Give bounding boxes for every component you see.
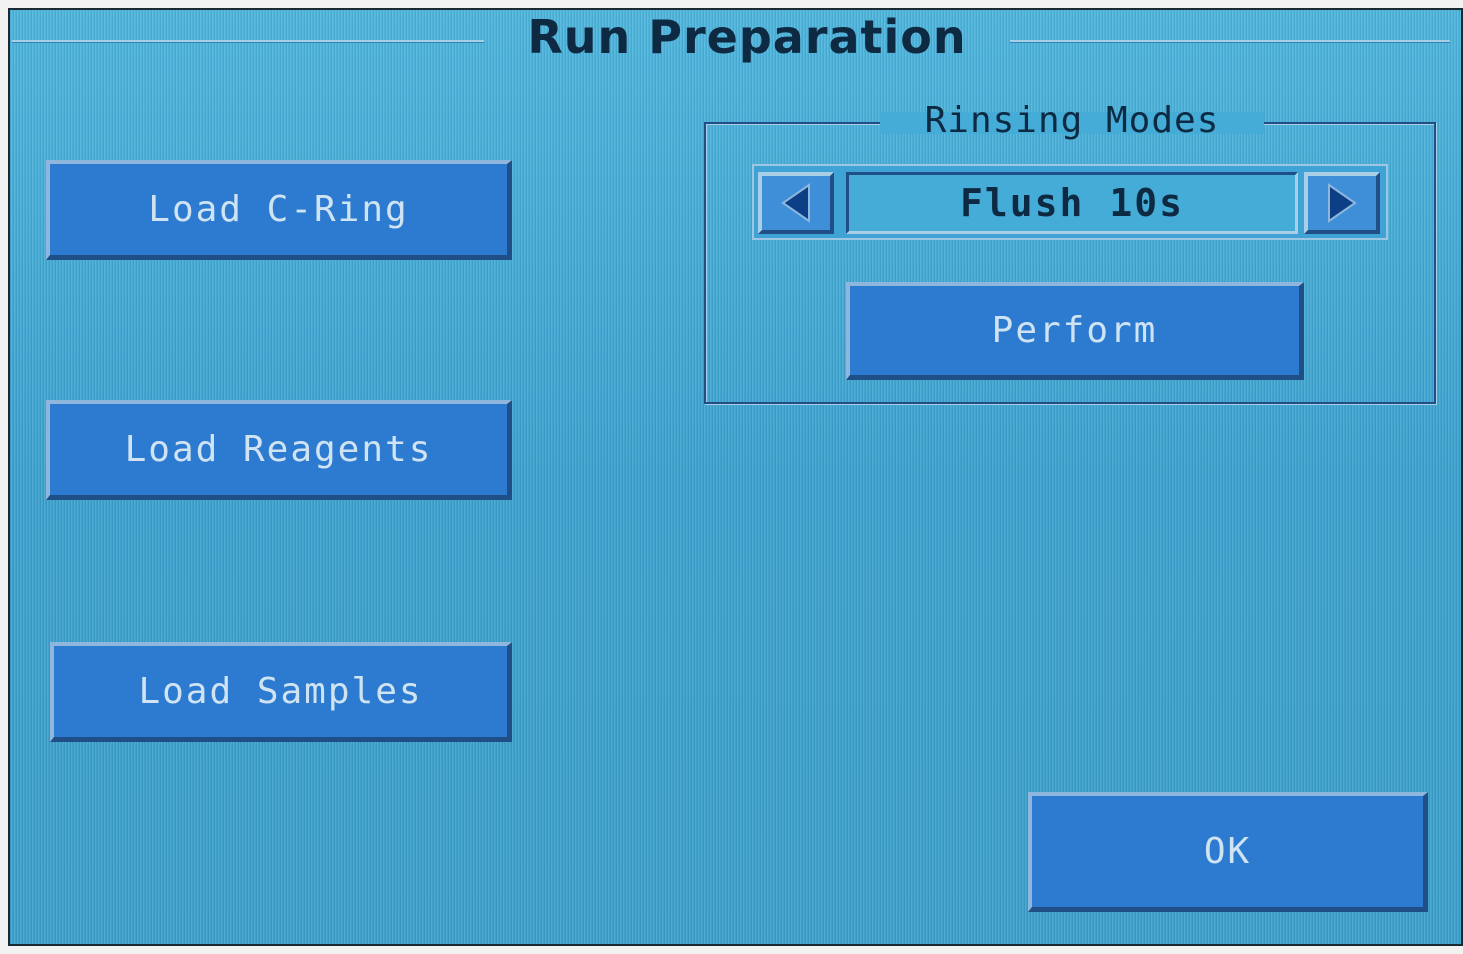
ok-button[interactable]: OK — [1028, 792, 1428, 912]
load-samples-button[interactable]: Load Samples — [50, 642, 512, 742]
rinsing-modes-label: Rinsing Modes — [924, 100, 1220, 141]
title-divider-right — [1010, 40, 1450, 43]
page-title: Run Preparation — [527, 10, 967, 64]
previous-mode-button[interactable] — [758, 172, 834, 234]
selected-rinsing-mode: Flush 10s — [846, 172, 1298, 234]
load-reagents-button[interactable]: Load Reagents — [46, 400, 512, 500]
next-mode-button[interactable] — [1304, 172, 1380, 234]
triangle-right-icon — [1328, 183, 1357, 223]
triangle-left-icon — [781, 183, 810, 223]
load-c-ring-button[interactable]: Load C-Ring — [46, 160, 512, 260]
title-divider-left — [12, 40, 484, 43]
perform-button[interactable]: Perform — [846, 282, 1304, 380]
